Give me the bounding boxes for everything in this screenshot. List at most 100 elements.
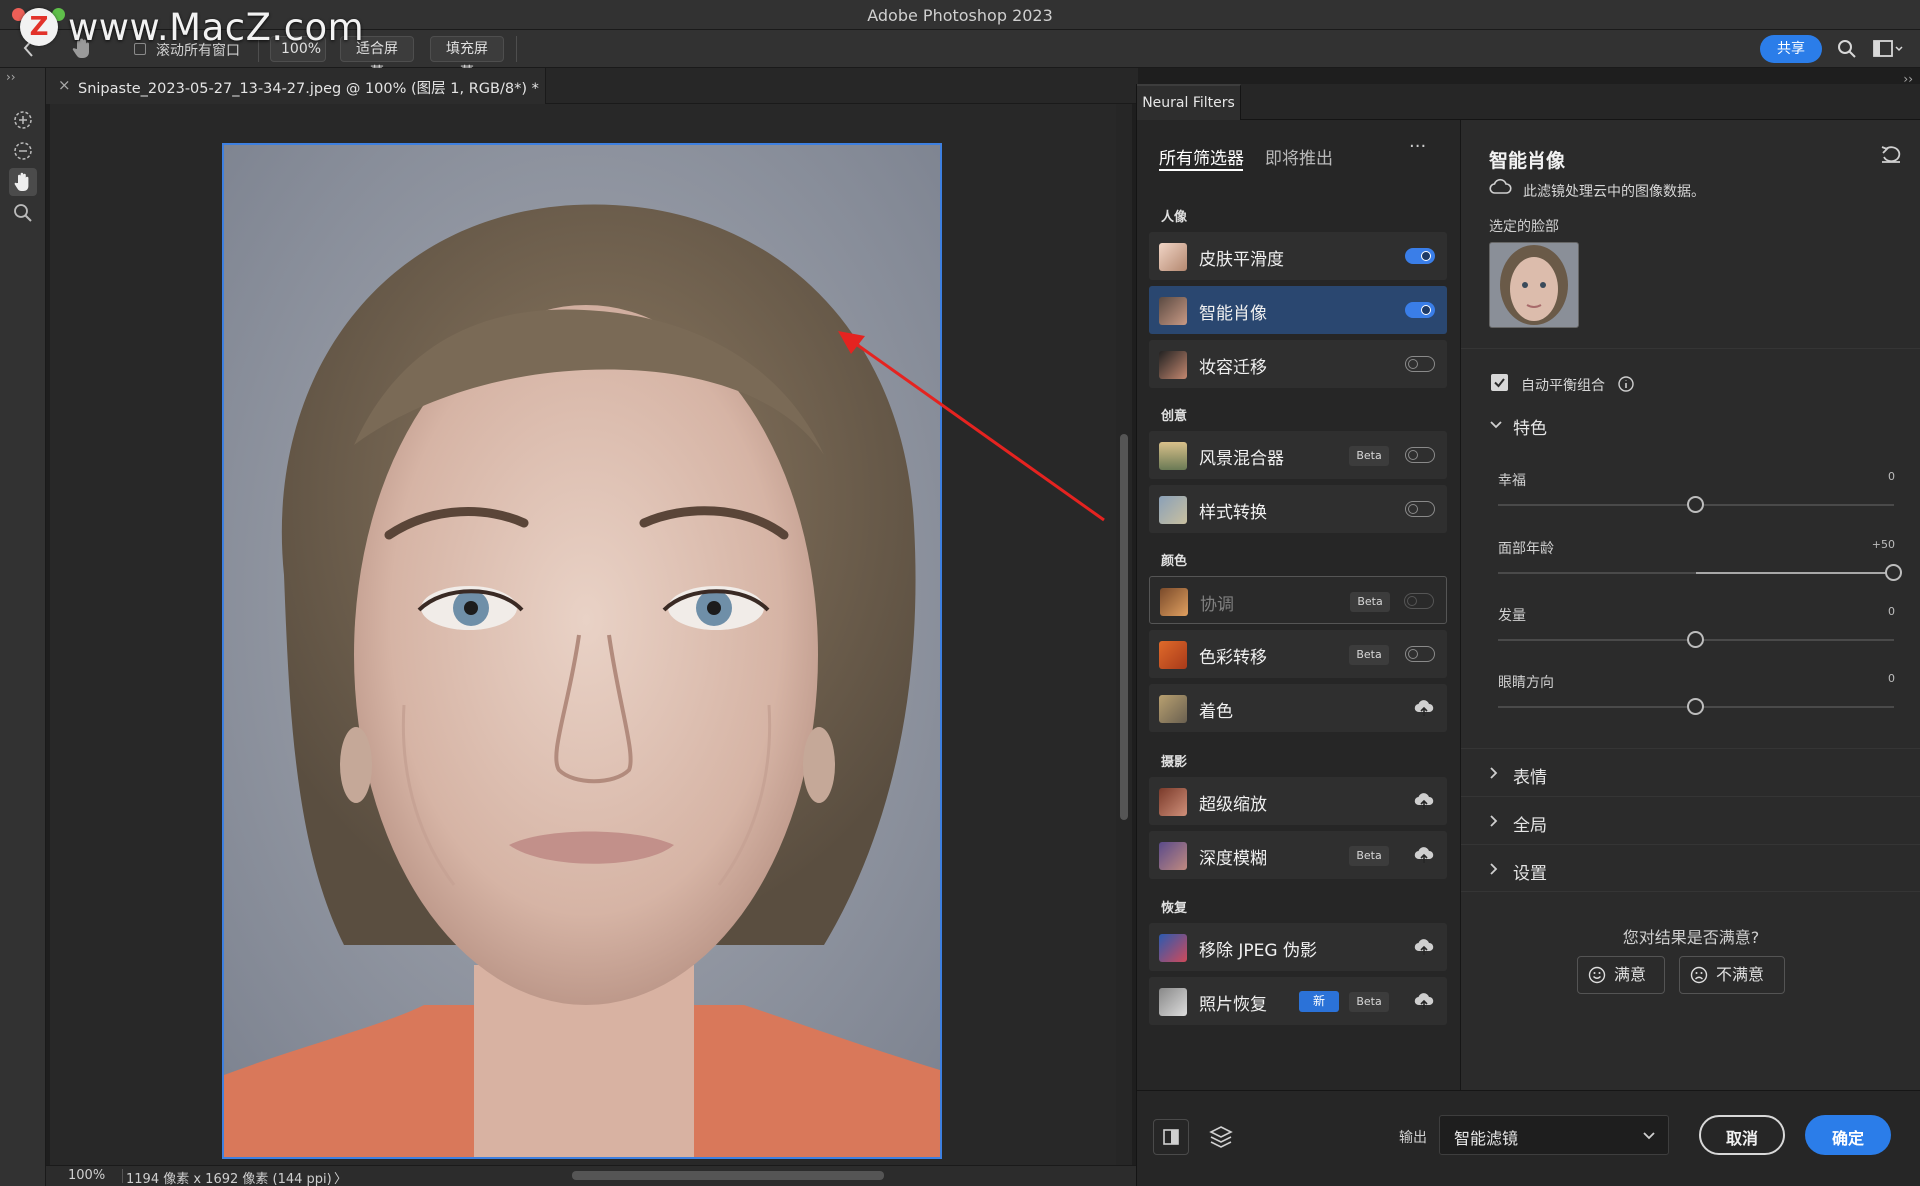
filter-makeup-transfer[interactable]: 妆容迁移 (1149, 340, 1447, 388)
filter-skin-smoothing[interactable]: 皮肤平滑度 (1149, 232, 1447, 280)
filter-landscape-mixer[interactable]: 风景混合器 Beta (1149, 431, 1447, 479)
section-global[interactable]: 全局 (1461, 796, 1920, 844)
filter-color-transfer[interactable]: 色彩转移 Beta (1149, 630, 1447, 678)
reset-icon[interactable] (1879, 144, 1903, 166)
filter-style-transfer[interactable]: 样式转换 (1149, 485, 1447, 533)
more-options-icon[interactable]: ··· (1409, 136, 1426, 157)
filter-colorize[interactable]: 着色 (1149, 684, 1447, 732)
slider-track[interactable] (1498, 698, 1894, 715)
output-label: 输出 (1399, 1130, 1427, 1146)
quick-selection-subtract-icon[interactable] (9, 137, 37, 165)
filter-toggle[interactable] (1404, 593, 1434, 609)
output-select-value: 智能滤镜 (1454, 1129, 1519, 1148)
zoom-tool-icon[interactable] (9, 199, 37, 227)
beta-badge: Beta (1349, 645, 1389, 665)
makeup-transfer-icon (1159, 351, 1187, 379)
featured-section-label[interactable]: 特色 (1513, 414, 1547, 439)
depth-blur-icon (1159, 842, 1187, 870)
hand-tool-icon[interactable] (9, 168, 37, 196)
face-thumbnail-image (1500, 245, 1568, 325)
compare-view-button[interactable] (1153, 1119, 1189, 1155)
fill-screen-button[interactable]: 填充屏幕 (430, 36, 504, 81)
search-icon[interactable] (1837, 39, 1857, 59)
divider (122, 1169, 123, 1183)
ok-label: 确定 (1831, 1129, 1864, 1148)
vertical-scroll-thumb[interactable] (1120, 434, 1128, 820)
filter-toggle[interactable] (1405, 646, 1435, 662)
slider-knob[interactable] (1885, 564, 1902, 581)
cancel-button[interactable]: 取消 (1699, 1115, 1785, 1155)
filter-photo-restoration[interactable]: 照片恢复 新 Beta (1149, 977, 1447, 1025)
close-tab-icon[interactable]: × (58, 76, 71, 94)
filter-toggle[interactable] (1405, 302, 1435, 318)
section-label-color: 颜色 (1161, 554, 1188, 569)
slider-knob[interactable] (1687, 631, 1704, 648)
section-label: 表情 (1513, 768, 1547, 788)
slider-track[interactable] (1498, 496, 1894, 513)
slider-track[interactable] (1498, 631, 1894, 648)
tab-upcoming[interactable]: 即将推出 (1265, 144, 1333, 169)
cancel-label: 取消 (1725, 1129, 1758, 1148)
filter-toggle[interactable] (1405, 501, 1435, 517)
skin-smoothing-icon (1159, 243, 1187, 271)
section-label-portrait: 人像 (1161, 210, 1188, 225)
slider-label: 面部年龄 (1498, 541, 1554, 557)
harmonization-icon (1160, 588, 1188, 616)
slider-value: 0 (1888, 605, 1895, 618)
cloud-download-icon[interactable] (1413, 844, 1435, 866)
filter-label: 超级缩放 (1199, 795, 1267, 815)
chevron-down-icon[interactable] (1489, 420, 1503, 430)
layers-icon[interactable] (1207, 1123, 1235, 1151)
unsatisfied-label: 不满意 (1716, 965, 1765, 984)
auto-balance-checkbox[interactable] (1491, 374, 1508, 391)
filter-toggle[interactable] (1405, 356, 1435, 372)
document-tab[interactable]: × Snipaste_2023-05-27_13-34-27.jpeg @ 10… (46, 68, 546, 104)
workspace-icon[interactable] (1873, 39, 1903, 59)
tab-all-filters[interactable]: 所有筛选器 (1159, 144, 1244, 169)
quick-selection-add-icon[interactable] (9, 106, 37, 134)
filter-toggle[interactable] (1405, 447, 1435, 463)
vertical-scrollbar[interactable] (1116, 104, 1132, 1165)
beta-badge: Beta (1349, 446, 1389, 466)
section-divider (1461, 348, 1920, 349)
output-select[interactable]: 智能滤镜 (1439, 1115, 1669, 1155)
filter-jpeg-artifacts-removal[interactable]: 移除 JPEG 伪影 (1149, 923, 1447, 971)
unsatisfied-button[interactable]: 不满意 (1679, 956, 1785, 994)
filter-label: 智能肖像 (1199, 304, 1267, 324)
cloud-download-icon[interactable] (1413, 790, 1435, 812)
cloud-download-icon[interactable] (1413, 936, 1435, 958)
beta-badge: Beta (1349, 846, 1389, 866)
cloud-download-icon[interactable] (1413, 990, 1435, 1012)
photo-restoration-icon (1159, 988, 1187, 1016)
filter-depth-blur[interactable]: 深度模糊 Beta (1149, 831, 1447, 879)
neural-filters-tab[interactable]: Neural Filters (1137, 84, 1241, 120)
filter-toggle[interactable] (1405, 248, 1435, 264)
share-button[interactable]: 共享 (1760, 35, 1822, 63)
cloud-download-icon[interactable] (1413, 697, 1435, 719)
section-settings[interactable]: 设置 (1461, 844, 1920, 892)
slider-label: 幸福 (1498, 473, 1526, 489)
slider-track[interactable] (1498, 564, 1902, 581)
split-view-icon (1163, 1129, 1179, 1145)
filter-smart-portrait[interactable]: 智能肖像 (1149, 286, 1447, 334)
satisfied-label: 满意 (1614, 965, 1647, 984)
expand-panel-icon[interactable]: ›› (6, 70, 16, 84)
horizontal-scroll-thumb[interactable] (572, 1171, 884, 1180)
section-expression[interactable]: 表情 (1461, 748, 1920, 796)
status-arrow-icon[interactable]: 〉 (334, 1168, 347, 1186)
ok-button[interactable]: 确定 (1805, 1115, 1891, 1155)
slider-label: 眼睛方向 (1498, 675, 1554, 691)
colorize-icon (1159, 695, 1187, 723)
satisfied-button[interactable]: 满意 (1577, 956, 1665, 994)
filter-super-zoom[interactable]: 超级缩放 (1149, 777, 1447, 825)
slider-knob[interactable] (1687, 698, 1704, 715)
info-icon[interactable] (1617, 375, 1635, 393)
collapse-panel-icon[interactable]: ›› (1903, 72, 1913, 86)
beta-badge: Beta (1349, 992, 1389, 1012)
selected-face-thumbnail[interactable] (1489, 242, 1579, 328)
status-document-info[interactable]: 1194 像素 x 1692 像素 (144 ppi) (126, 1168, 332, 1186)
status-zoom[interactable]: 100% (68, 1168, 105, 1183)
style-transfer-icon (1159, 496, 1187, 524)
slider-knob[interactable] (1687, 496, 1704, 513)
filter-harmonization[interactable]: 协调 Beta (1149, 576, 1447, 624)
